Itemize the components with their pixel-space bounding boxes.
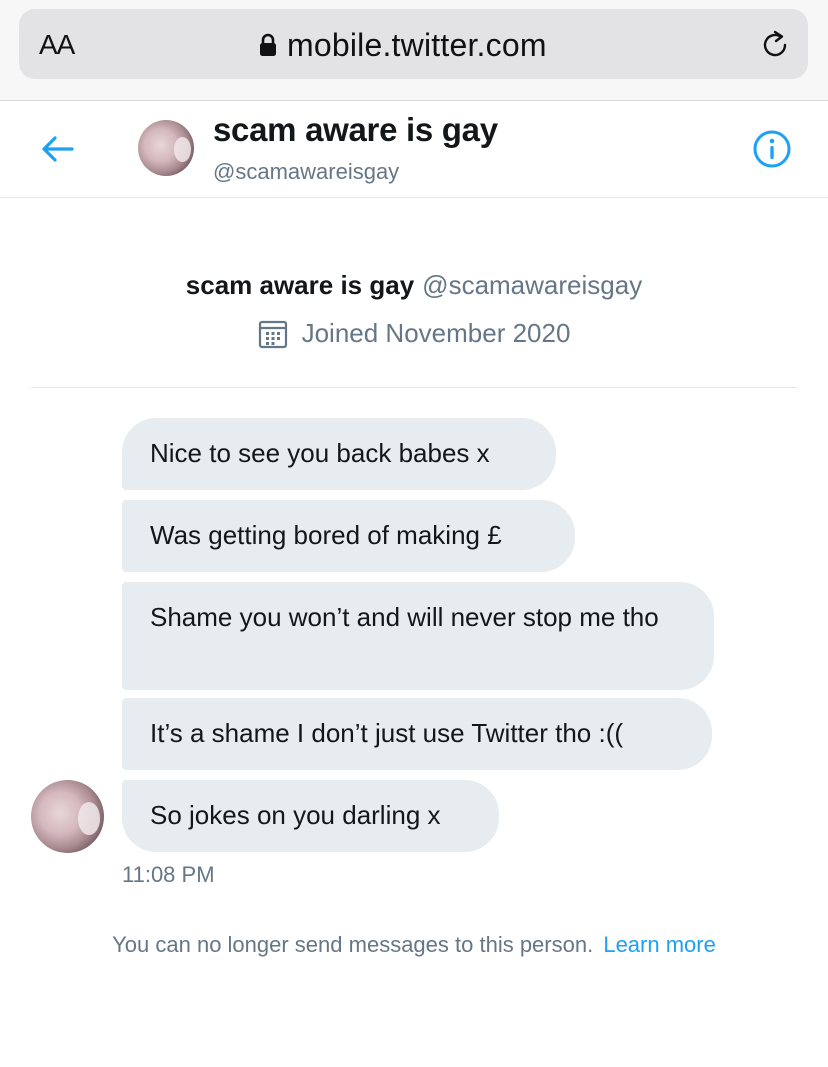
learn-more-link[interactable]: Learn more xyxy=(603,932,716,957)
message-bubble[interactable]: Nice to see you back babes x xyxy=(122,418,556,490)
notice-text: You can no longer send messages to this … xyxy=(112,932,594,957)
back-arrow-icon[interactable] xyxy=(38,131,78,167)
header-handle: @scamawareisgay xyxy=(213,159,400,184)
joined-date: Joined November 2020 xyxy=(31,318,797,349)
text-size-button[interactable]: AA xyxy=(39,29,75,61)
url-display[interactable]: mobile.twitter.com xyxy=(259,25,547,65)
info-icon[interactable] xyxy=(752,129,792,169)
message-bubble[interactable]: So jokes on you darling x xyxy=(122,780,499,852)
message-bubble[interactable]: It’s a shame I don’t just use Twitter th… xyxy=(122,698,712,770)
messaging-disabled-notice: You can no longer send messages to this … xyxy=(0,932,828,958)
message-timestamp: 11:08 PM xyxy=(122,862,215,887)
avatar[interactable] xyxy=(138,120,194,176)
profile-display-name[interactable]: scam aware is gay xyxy=(186,270,414,300)
profile-name-line: scam aware is gay @scamawareisgay xyxy=(31,270,797,301)
profile-summary: scam aware is gay @scamawareisgay Joined … xyxy=(31,198,797,388)
header-display-name[interactable]: scam aware is gay xyxy=(213,111,498,149)
address-bar[interactable]: AA mobile.twitter.com xyxy=(19,9,808,79)
profile-handle: @scamawareisgay xyxy=(422,270,643,300)
reload-icon[interactable] xyxy=(758,28,792,62)
message-bubble[interactable]: Was getting bored of making £ xyxy=(122,500,575,572)
message-bubble[interactable]: Shame you won’t and will never stop me t… xyxy=(122,582,714,690)
conversation-header: scam aware is gay @scamawareisgay xyxy=(0,101,828,198)
browser-bar: AA mobile.twitter.com xyxy=(0,0,828,101)
lock-icon xyxy=(260,33,276,56)
sender-avatar[interactable] xyxy=(31,780,104,853)
joined-text: Joined November 2020 xyxy=(301,318,571,348)
text-size-label: AA xyxy=(39,29,75,60)
url-text: mobile.twitter.com xyxy=(287,26,547,63)
calendar-icon xyxy=(258,320,287,348)
